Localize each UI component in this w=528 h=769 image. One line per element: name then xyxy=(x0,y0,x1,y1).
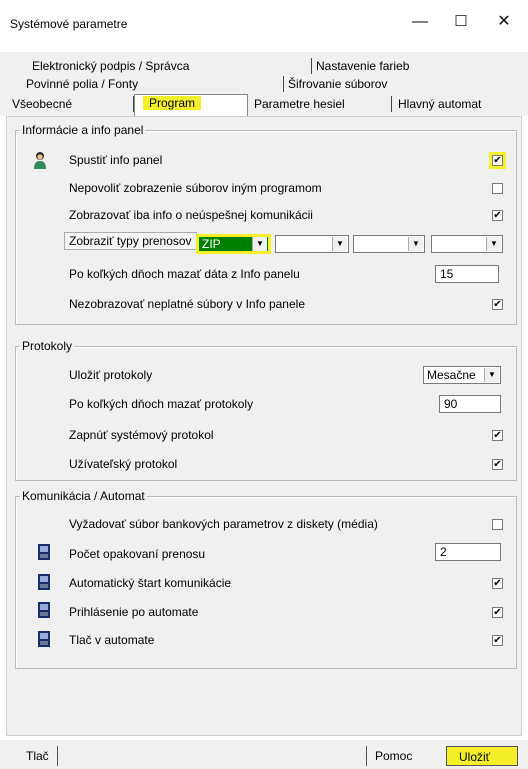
chevron-down-icon: ▼ xyxy=(486,237,501,251)
zobrazovat-info-checkbox[interactable]: ✔ xyxy=(492,210,503,221)
computer-icon xyxy=(38,574,50,590)
protokoly-legend: Protokoly xyxy=(22,339,73,353)
chevron-down-icon: ▼ xyxy=(484,368,499,382)
systemovy-protokol-checkbox[interactable]: ✔ xyxy=(492,430,503,441)
maximize-button[interactable]: ☐ xyxy=(441,8,481,36)
tab-program[interactable]: Program xyxy=(134,94,248,116)
info-panel-legend: Informácie a info panel xyxy=(22,123,144,137)
pocet-opakovani-input[interactable]: 2 xyxy=(435,543,501,561)
typ-prenosu-value-1: ZIP xyxy=(202,237,221,251)
nepovolit-label: Nepovoliť zobrazenie súborov iným progra… xyxy=(69,181,322,195)
uzivatelsky-protokol-label: Užívateľský protokol xyxy=(69,457,178,471)
vyzadovat-checkbox[interactable] xyxy=(492,519,503,530)
automaticky-start-label: Automatický štart komunikácie xyxy=(69,576,232,590)
person-icon xyxy=(34,152,46,169)
close-button[interactable]: ✕ xyxy=(484,8,524,36)
tab-sifrovanie-suborov[interactable]: Šifrovanie súborov xyxy=(284,76,404,92)
tab-vseobecne[interactable]: Všeobecné xyxy=(8,96,134,112)
title-bar: Systémové parametre — ☐ ✕ xyxy=(0,0,528,44)
tab-parametre-hesiel[interactable]: Parametre hesiel xyxy=(250,96,392,112)
chevron-down-icon: ▼ xyxy=(408,237,423,251)
typ-prenosu-select-2[interactable]: ▼ xyxy=(275,235,349,253)
zobrazit-typy-label: Zobraziť typy prenosov xyxy=(64,232,197,250)
protokoly-dni-input[interactable]: 90 xyxy=(439,395,501,413)
typ-prenosu-select-1[interactable]: ZIP ▼ xyxy=(196,234,271,254)
nepovolit-checkbox[interactable] xyxy=(492,183,503,194)
ulozit-protokoly-value: Mesačne xyxy=(427,368,476,382)
tab-content-panel: Informácie a info panel Spustiť info pan… xyxy=(6,116,522,736)
automaticky-start-checkbox[interactable]: ✔ xyxy=(492,578,503,589)
computer-icon xyxy=(38,602,50,618)
ulozit-protokoly-select[interactable]: Mesačne ▼ xyxy=(423,366,501,384)
tab-nastavenie-farieb[interactable]: Nastavenie farieb xyxy=(312,58,432,74)
neplatne-checkbox[interactable]: ✔ xyxy=(492,299,503,310)
save-button[interactable]: Uložiť xyxy=(446,746,518,766)
tab-povinne-polia[interactable]: Povinné polia / Fonty xyxy=(22,76,284,92)
zobrazovat-info-label: Zobrazovať iba info o neúspešnej komunik… xyxy=(69,208,313,222)
info-dni-label: Po koľkých dňoch mazať dáta z Info panel… xyxy=(69,267,300,281)
systemovy-protokol-label: Zapnúť systémový protokol xyxy=(69,428,214,442)
prihlasenie-checkbox[interactable]: ✔ xyxy=(492,607,503,618)
info-dni-input[interactable]: 15 xyxy=(435,265,499,283)
prihlasenie-label: Prihlásenie po automate xyxy=(69,605,199,619)
tab-hlavny-automat[interactable]: Hlavný automat xyxy=(392,96,502,112)
minimize-button[interactable]: — xyxy=(400,8,440,36)
chevron-down-icon: ▼ xyxy=(332,237,347,251)
chevron-down-icon: ▼ xyxy=(252,237,267,251)
tlac-automat-label: Tlač v automate xyxy=(69,633,155,647)
tab-elektronicky-podpis[interactable]: Elektronický podpis / Správca xyxy=(28,58,312,74)
typ-prenosu-select-3[interactable]: ▼ xyxy=(353,235,425,253)
tlac-automat-checkbox[interactable]: ✔ xyxy=(492,635,503,646)
typ-prenosu-select-4[interactable]: ▼ xyxy=(431,235,503,253)
spustit-info-panel-label: Spustiť info panel xyxy=(69,153,163,167)
protokoly-dni-label: Po koľkých dňoch mazať protokoly xyxy=(69,397,254,411)
vyzadovat-label: Vyžadovať súbor bankových parametrov z d… xyxy=(69,517,378,531)
tab-program-label: Program xyxy=(143,96,202,110)
print-button[interactable]: Tlač xyxy=(22,746,58,766)
uzivatelsky-protokol-checkbox[interactable]: ✔ xyxy=(492,459,503,470)
computer-icon xyxy=(38,631,50,647)
help-button[interactable]: Pomoc xyxy=(366,746,436,766)
tab-strip: Elektronický podpis / Správca Nastavenie… xyxy=(0,52,528,116)
computer-icon xyxy=(38,544,50,560)
komunikacia-legend: Komunikácia / Automat xyxy=(22,489,145,503)
window-title: Systémové parametre xyxy=(10,17,128,31)
spustit-info-panel-checkbox[interactable]: ✔ xyxy=(489,152,506,169)
ulozit-protokoly-label: Uložiť protokoly xyxy=(69,368,153,382)
neplatne-label: Nezobrazovať neplatné súbory v Info pane… xyxy=(69,297,305,311)
pocet-opakovani-label: Počet opakovaní prenosu xyxy=(69,547,206,561)
button-bar: Tlač Pomoc Uložiť xyxy=(0,740,528,769)
